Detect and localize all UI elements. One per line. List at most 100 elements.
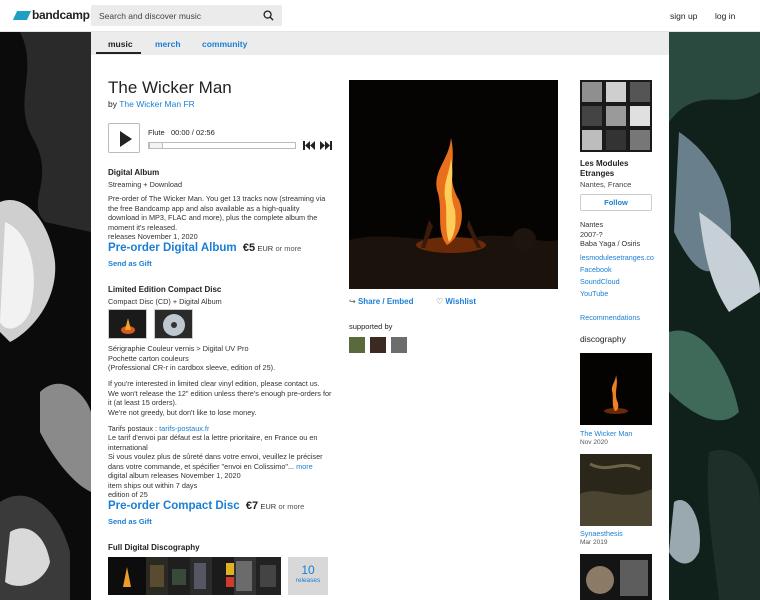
- album-byline: by The Wicker Man FR: [108, 99, 195, 109]
- more-link[interactable]: more: [296, 462, 313, 471]
- digital-album-heading: Digital Album: [108, 168, 160, 177]
- cd-photo-cover[interactable]: [108, 309, 147, 339]
- track-info: Flute 00:00 / 02:56: [148, 128, 215, 137]
- digital-release-date: releases November 1, 2020: [108, 232, 198, 241]
- tab-merch[interactable]: merch: [155, 39, 181, 49]
- digital-send-as-gift[interactable]: Send as Gift: [108, 259, 152, 268]
- cd-currency: EUR: [260, 502, 277, 511]
- track-title: Flute: [148, 128, 165, 137]
- band-name-line: Les Modules: [580, 159, 629, 168]
- cd-price: €7: [245, 500, 259, 512]
- facebook-link[interactable]: Facebook: [580, 264, 654, 276]
- logo-mark-icon: [12, 10, 32, 20]
- desc-line: Si vous voulez plus de sûreté dans votre…: [108, 452, 323, 461]
- cd-or-more: or more: [278, 502, 305, 511]
- digital-album-subhead: Streaming + Download: [108, 180, 183, 189]
- discography-title[interactable]: The Wicker Man: [580, 429, 632, 438]
- share-icon: ↪: [349, 297, 356, 306]
- bio-line: Baba Yaga / Osiris: [580, 239, 641, 248]
- discography-heading: discography: [580, 334, 626, 344]
- progress-bar[interactable]: [148, 142, 296, 149]
- desc-line: it (at least 15 orders).: [108, 398, 177, 407]
- active-tab-indicator: [96, 52, 141, 54]
- desc-line: Pochette carton couleurs: [108, 353, 189, 363]
- next-track-icon[interactable]: [320, 141, 332, 150]
- digital-price: €5: [242, 242, 256, 254]
- website-link[interactable]: lesmodulesetranges.com: [580, 252, 654, 264]
- tarifs-prefix: Tarifs postaux :: [108, 424, 158, 433]
- desc-line: international: [108, 442, 148, 452]
- cd-heading: Limited Edition Compact Disc: [108, 285, 222, 294]
- album-title: The Wicker Man: [108, 78, 232, 97]
- discography-title[interactable]: Synaesthesis: [580, 529, 623, 538]
- bio-line: 2007-?: [580, 229, 603, 239]
- tarifs-link[interactable]: tarifs-postaux.fr: [159, 424, 209, 433]
- previous-track-icon[interactable]: [303, 141, 315, 150]
- follow-button[interactable]: Follow: [580, 194, 652, 211]
- band-name-line: Etranges: [580, 169, 615, 178]
- cd-release-info: digital album releases November 1, 2020 …: [108, 471, 241, 500]
- wishlist[interactable]: ♡ Wishlist: [436, 297, 476, 306]
- desc-line: We're not greedy, but don't like to lose…: [108, 407, 257, 417]
- discography-count-button[interactable]: 10 releases: [288, 557, 328, 595]
- preorder-digital-button[interactable]: Pre-order Digital Album: [108, 242, 237, 254]
- digital-currency: EUR: [257, 244, 274, 253]
- cd-photo-disc[interactable]: [154, 309, 193, 339]
- top-bar: bandcamp sign up log in: [0, 0, 760, 32]
- discography-cover-wicker-man[interactable]: [580, 353, 652, 425]
- share-embed[interactable]: ↪ Share / Embed: [349, 297, 414, 306]
- release-count-label: releases: [295, 577, 321, 584]
- desc-line: the free Bandcamp app and also available…: [108, 203, 300, 213]
- soundcloud-link[interactable]: SoundCloud: [580, 276, 654, 288]
- digital-or-more: or more: [275, 244, 302, 253]
- release-count: 10: [301, 563, 315, 577]
- digital-buy-row: Pre-order Digital Album €5 EUR or more: [108, 242, 301, 254]
- supporter-avatar[interactable]: [370, 337, 386, 353]
- preorder-cd-button[interactable]: Pre-order Compact Disc: [108, 500, 240, 512]
- bandcamp-logo[interactable]: bandcamp: [12, 8, 90, 22]
- cd-buy-row: Pre-order Compact Disc €7 EUR or more: [108, 500, 304, 512]
- band-photo[interactable]: [580, 80, 652, 152]
- play-icon: [120, 131, 132, 147]
- youtube-link[interactable]: YouTube: [580, 288, 654, 300]
- info-line: item ships out within 7 days: [108, 480, 198, 490]
- discography-cover-third[interactable]: [580, 554, 652, 600]
- desc-line: We won't release the 12" edition unless …: [108, 388, 332, 398]
- discography-cover-synaesthesis[interactable]: [580, 454, 652, 526]
- artist-link[interactable]: The Wicker Man FR: [119, 99, 195, 109]
- by-prefix: by: [108, 99, 117, 109]
- band-links: lesmodulesetranges.com Facebook SoundClo…: [580, 252, 654, 300]
- login-link[interactable]: log in: [715, 11, 735, 21]
- digital-album-description: Pre-order of The Wicker Man. You get 13 …: [108, 194, 338, 232]
- tab-music[interactable]: music: [108, 39, 133, 49]
- band-bio: Nantes 2007-? Baba Yaga / Osiris: [580, 220, 640, 249]
- desc-line: Le tarif d'envoi par défaut est la lettr…: [108, 433, 318, 442]
- supporter-avatar[interactable]: [391, 337, 407, 353]
- discography-date: Nov 2020: [580, 439, 608, 446]
- heart-icon: ♡: [436, 297, 444, 306]
- search-icon[interactable]: [263, 10, 274, 21]
- band-name[interactable]: Les Modules Etranges: [580, 159, 628, 179]
- wishlist-link[interactable]: Wishlist: [445, 297, 476, 306]
- play-button[interactable]: [108, 123, 140, 153]
- share-embed-link[interactable]: Share / Embed: [358, 297, 414, 306]
- album-cover-art[interactable]: [349, 80, 558, 289]
- cd-description-3: Le tarif d'envoi par défaut est la lettr…: [108, 433, 323, 471]
- desc-line-with-more: dans votre commande, et spécifier "envoi…: [108, 462, 323, 472]
- desc-line: If you're interested in limited clear vi…: [108, 379, 320, 388]
- discography-thumbnails[interactable]: [108, 557, 281, 595]
- full-discography-heading: Full Digital Discography: [108, 543, 200, 552]
- search-input[interactable]: [91, 5, 256, 26]
- signup-link[interactable]: sign up: [670, 11, 697, 21]
- desc-line: Sérigraphie Couleur vernis > Digital UV …: [108, 344, 249, 353]
- desc-line: (Professional CR-r in cardbox sleeve, ed…: [108, 363, 276, 372]
- bio-line: Nantes: [580, 220, 604, 229]
- track-time: 00:00 / 02:56: [170, 128, 215, 137]
- progress-thumb[interactable]: [149, 142, 163, 149]
- supporter-avatar[interactable]: [349, 337, 365, 353]
- recommendations-link[interactable]: Recommendations: [580, 313, 640, 322]
- info-line: edition of 25: [108, 490, 148, 499]
- logo-text: bandcamp: [32, 8, 90, 22]
- tab-community[interactable]: community: [202, 39, 247, 49]
- cd-send-as-gift[interactable]: Send as Gift: [108, 517, 152, 526]
